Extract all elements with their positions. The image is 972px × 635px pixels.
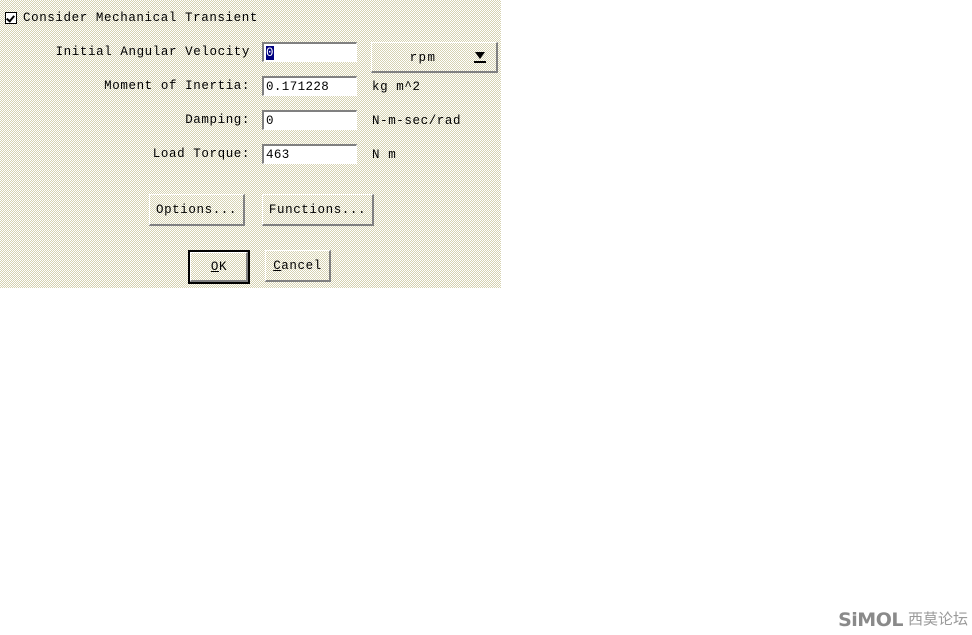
watermark: SiMOL 西莫论坛 [838,608,968,631]
cancel-button-accelerator: C [273,258,282,273]
cancel-button[interactable]: Cancel [265,250,331,282]
unit-label-moment-of-inertia: kg m^2 [372,80,421,94]
ok-button-label-rest: K [219,260,228,274]
ok-button[interactable]: OK [188,250,250,284]
ok-button-accelerator: O [210,260,219,274]
input-moment-of-inertia-value: 0.171228 [266,80,330,94]
unit-dropdown-rpm[interactable]: rpm [371,42,498,73]
consider-mechanical-transient-label: Consider Mechanical Transient [23,11,258,25]
label-box-initial-angular-velocity: Initial Angular Velocity [10,42,250,60]
unit-label-load-torque: N m [372,148,397,162]
field-label-damping: Damping: [185,113,250,127]
label-box-load-torque: Load Torque: [10,144,250,162]
watermark-latin-text: SiMOL [838,609,903,631]
input-damping[interactable]: 0 [262,110,357,130]
input-moment-of-inertia[interactable]: 0.171228 [262,76,357,96]
field-label-initial-angular-velocity: Initial Angular Velocity [55,45,250,59]
field-row-damping: Damping: 0 N-m-sec/rad [0,110,501,134]
input-initial-angular-velocity-value: 0 [266,46,274,60]
watermark-cjk-text: 西莫论坛 [907,610,968,628]
field-label-load-torque: Load Torque: [152,147,250,161]
label-box-damping: Damping: [10,110,250,128]
input-initial-angular-velocity[interactable]: 0 [262,42,357,62]
field-row-load-torque: Load Torque: 463 N m [0,144,501,168]
field-label-moment-of-inertia: Moment of Inertia: [104,79,250,93]
options-button[interactable]: Options... [149,194,245,226]
checkbox-icon[interactable] [5,12,17,24]
unit-dropdown-selected-value: rpm [409,51,437,65]
mechanical-transient-dialog: Consider Mechanical Transient Initial An… [0,0,501,288]
label-box-moment-of-inertia: Moment of Inertia: [10,76,250,94]
field-row-moment-of-inertia: Moment of Inertia: 0.171228 kg m^2 [0,76,501,100]
cancel-button-label-rest: ancel [281,258,322,273]
unit-label-damping: N-m-sec/rad [372,114,462,128]
input-damping-value: 0 [266,114,274,128]
input-load-torque-value: 463 [266,148,290,162]
chevron-down-icon[interactable] [474,52,486,65]
functions-button[interactable]: Functions... [262,194,374,226]
consider-mechanical-transient-checkbox-row[interactable]: Consider Mechanical Transient [5,10,258,26]
input-load-torque[interactable]: 463 [262,144,357,164]
